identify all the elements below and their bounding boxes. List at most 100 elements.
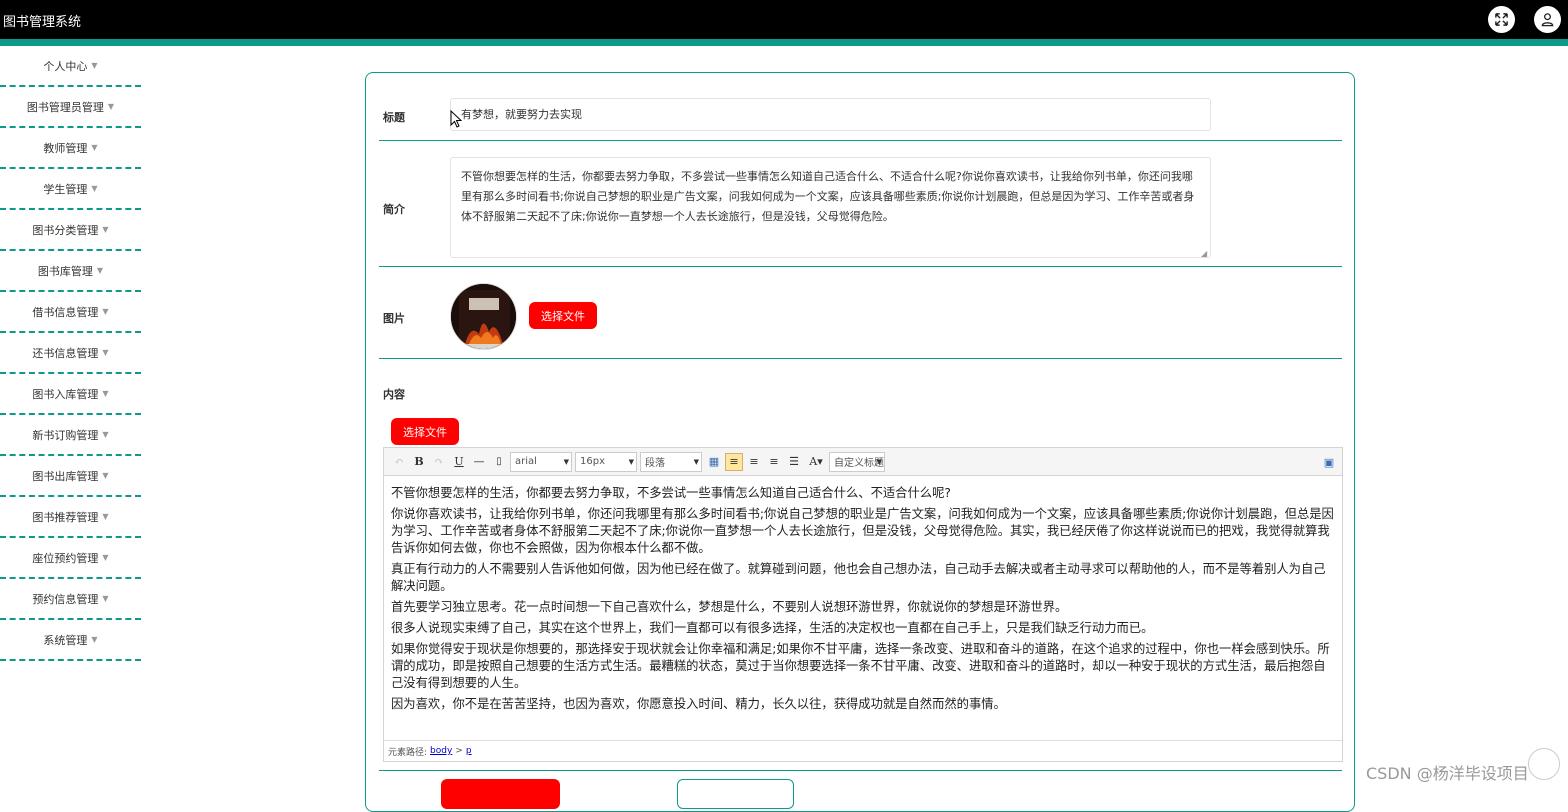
sidebar-item-label: 图书推荐管理: [32, 510, 99, 524]
sidebar-item-book-category[interactable]: 图书分类管理 ▼: [0, 210, 141, 251]
font-family-select[interactable]: arial ▼: [510, 451, 572, 472]
sidebar-item-label: 教师管理: [43, 141, 88, 155]
editor-paragraph: 很多人说现实束缚了自己，其实在这个世界上，我们一直都可以有很多选择，生活的决定权…: [391, 621, 1154, 635]
caret-down-icon: ▼: [102, 430, 109, 439]
title-label: 标题: [383, 111, 405, 124]
sidebar-item-label: 还书信息管理: [32, 346, 99, 360]
sidebar-item-label: 借书信息管理: [32, 305, 99, 319]
font-size-select[interactable]: 16px ▼: [575, 451, 637, 472]
top-header: 图书管理系统: [0, 0, 1568, 39]
row-divider: [379, 266, 1342, 267]
cancel-button[interactable]: [677, 779, 794, 809]
caret-down-icon: ▼: [91, 61, 98, 70]
image-label: 图片: [383, 312, 405, 325]
sidebar-item-librarian[interactable]: 图书管理员管理 ▼: [0, 87, 141, 128]
element-path-separator: >: [455, 746, 463, 756]
sidebar-item-system[interactable]: 系统管理 ▼: [0, 620, 141, 661]
undo-icon[interactable]: ↶: [390, 453, 408, 471]
sidebar: 个人中心 ▼ 图书管理员管理 ▼ 教师管理 ▼ 学生管理 ▼ 图书分类管理 ▼ 图书库管理…: [0, 46, 141, 661]
editor-toolbar: ↶ B ↷ U — ▯ arial ▼ 16px ▼ 段落 ▼ ▦ ≡ ≡ ≡ ☰ A…: [384, 448, 1342, 476]
dropdown-arrow-icon: ▼: [563, 457, 569, 466]
caret-down-icon: ▼: [102, 225, 109, 234]
sidebar-item-label: 系统管理: [43, 633, 88, 647]
element-path-p-link[interactable]: p: [466, 746, 472, 756]
sidebar-item-borrow[interactable]: 借书信息管理 ▼: [0, 292, 141, 333]
sidebar-item-teacher[interactable]: 教师管理 ▼: [0, 128, 141, 169]
choose-image-button[interactable]: 选择文件: [529, 302, 597, 329]
paste-plain-icon[interactable]: ▯: [490, 453, 508, 471]
editor-content[interactable]: 不管你想要怎样的生活，你都要去努力争取，不多尝试一些事情怎么知道自己适合什么、不…: [384, 477, 1342, 740]
paragraph-format-select[interactable]: 段落 ▼: [640, 451, 702, 472]
fullscreen-editor-icon[interactable]: ▣: [1320, 453, 1338, 471]
align-right-icon[interactable]: ≡: [745, 453, 763, 471]
insert-table-icon[interactable]: ▦: [705, 453, 723, 471]
app-title: 图书管理系统: [3, 15, 82, 30]
editor-paragraph: 真正有行动力的人不需要别人告诉他如何做，因为他已经在做了。就算碰到问题，他也会自…: [391, 562, 1326, 593]
content-label: 内容: [383, 388, 405, 401]
font-color-icon[interactable]: A▾: [805, 453, 827, 471]
editor-paragraph: 你说你喜欢读书，让我给你列书单，你还问我哪里有那么多时间看书;你说自己梦想的职业…: [391, 507, 1334, 555]
title-input[interactable]: [450, 98, 1211, 131]
sidebar-item-personal-center[interactable]: 个人中心 ▼: [0, 46, 141, 87]
align-center-icon[interactable]: ≡: [765, 453, 783, 471]
sidebar-item-stock-in[interactable]: 图书入库管理 ▼: [0, 374, 141, 415]
element-path-bar: 元素路径: body > p: [384, 740, 1342, 761]
submit-button[interactable]: [441, 779, 560, 809]
caret-down-icon: ▼: [102, 389, 109, 398]
row-divider: [379, 770, 1342, 771]
editor-paragraph: 如果你觉得安于现状是你想要的，那选择安于现状就会让你幸福和满足;如果你不甘平庸，…: [391, 642, 1330, 690]
sidebar-item-label: 新书订购管理: [32, 428, 99, 442]
horizontal-rule-icon[interactable]: —: [470, 453, 488, 471]
align-justify-icon[interactable]: ☰: [785, 453, 803, 471]
editor-paragraph: 不管你想要怎样的生活，你都要去努力争取，不多尝试一些事情怎么知道自己适合什么、不…: [391, 486, 951, 500]
caret-down-icon: ▼: [91, 143, 98, 152]
user-menu-button[interactable]: [1534, 6, 1561, 33]
bold-icon[interactable]: B: [410, 453, 428, 471]
underline-icon[interactable]: U: [450, 453, 468, 471]
sidebar-item-label: 图书管理员管理: [26, 100, 104, 114]
expand-icon: [1495, 13, 1508, 26]
sidebar-item-student[interactable]: 学生管理 ▼: [0, 169, 141, 210]
caret-down-icon: ▼: [91, 184, 98, 193]
sidebar-item-label: 图书库管理: [37, 264, 93, 278]
sidebar-item-label: 座位预约管理: [32, 551, 99, 565]
intro-textarea[interactable]: 不管你想要怎样的生活，你都要去努力争取，不多尝试一些事情怎么知道自己适合什么、不…: [450, 157, 1211, 258]
back-to-top-button[interactable]: [1528, 748, 1560, 780]
caret-down-icon: ▼: [102, 348, 109, 357]
sidebar-item-label: 图书入库管理: [32, 387, 99, 401]
element-path-label: 元素路径:: [388, 747, 428, 758]
book-cover-thumbnail[interactable]: [450, 283, 517, 350]
caret-down-icon: ▼: [102, 307, 109, 316]
sidebar-item-label: 个人中心: [43, 59, 88, 73]
sidebar-item-reservation-info[interactable]: 预约信息管理 ▼: [0, 579, 141, 620]
caret-down-icon: ▼: [102, 512, 109, 521]
resize-grip-icon[interactable]: ◢: [1201, 249, 1207, 258]
caret-down-icon: ▼: [96, 266, 104, 275]
editor-paragraph: 首先要学习独立思考。花一点时间想一下自己喜欢什么，梦想是什么，不要别人说想环游世…: [391, 600, 1068, 614]
dropdown-arrow-icon: ▼: [876, 457, 882, 466]
sidebar-item-seat-reservation[interactable]: 座位预约管理 ▼: [0, 538, 141, 579]
sidebar-item-return[interactable]: 还书信息管理 ▼: [0, 333, 141, 374]
redo-icon[interactable]: ↷: [430, 453, 448, 471]
fullscreen-button[interactable]: [1488, 6, 1515, 33]
sidebar-item-label: 学生管理: [43, 182, 88, 196]
caret-down-icon: ▼: [102, 594, 109, 603]
align-left-icon[interactable]: ≡: [725, 452, 743, 471]
sidebar-item-new-book-order[interactable]: 新书订购管理 ▼: [0, 415, 141, 456]
choose-content-file-button[interactable]: 选择文件: [391, 418, 459, 445]
book-cover-image: [451, 284, 516, 349]
dropdown-arrow-icon: ▼: [628, 457, 634, 466]
sidebar-item-label: 预约信息管理: [32, 592, 99, 606]
element-path-body-link[interactable]: body: [430, 746, 452, 756]
sidebar-item-book-library[interactable]: 图书库管理 ▼: [0, 251, 141, 292]
sidebar-item-stock-out[interactable]: 图书出库管理 ▼: [0, 456, 141, 497]
row-divider: [379, 140, 1342, 141]
custom-title-select[interactable]: 自定义标题 ▼: [829, 451, 885, 472]
sidebar-item-book-recommend[interactable]: 图书推荐管理 ▼: [0, 497, 141, 538]
caret-down-icon: ▼: [91, 635, 98, 644]
font-size-value: 16px: [580, 456, 605, 467]
mouse-cursor-icon: [450, 110, 462, 128]
font-family-value: arial: [515, 456, 537, 467]
row-divider: [379, 358, 1342, 359]
rich-text-editor: ↶ B ↷ U — ▯ arial ▼ 16px ▼ 段落 ▼ ▦ ≡ ≡ ≡ ☰ A…: [383, 447, 1343, 762]
